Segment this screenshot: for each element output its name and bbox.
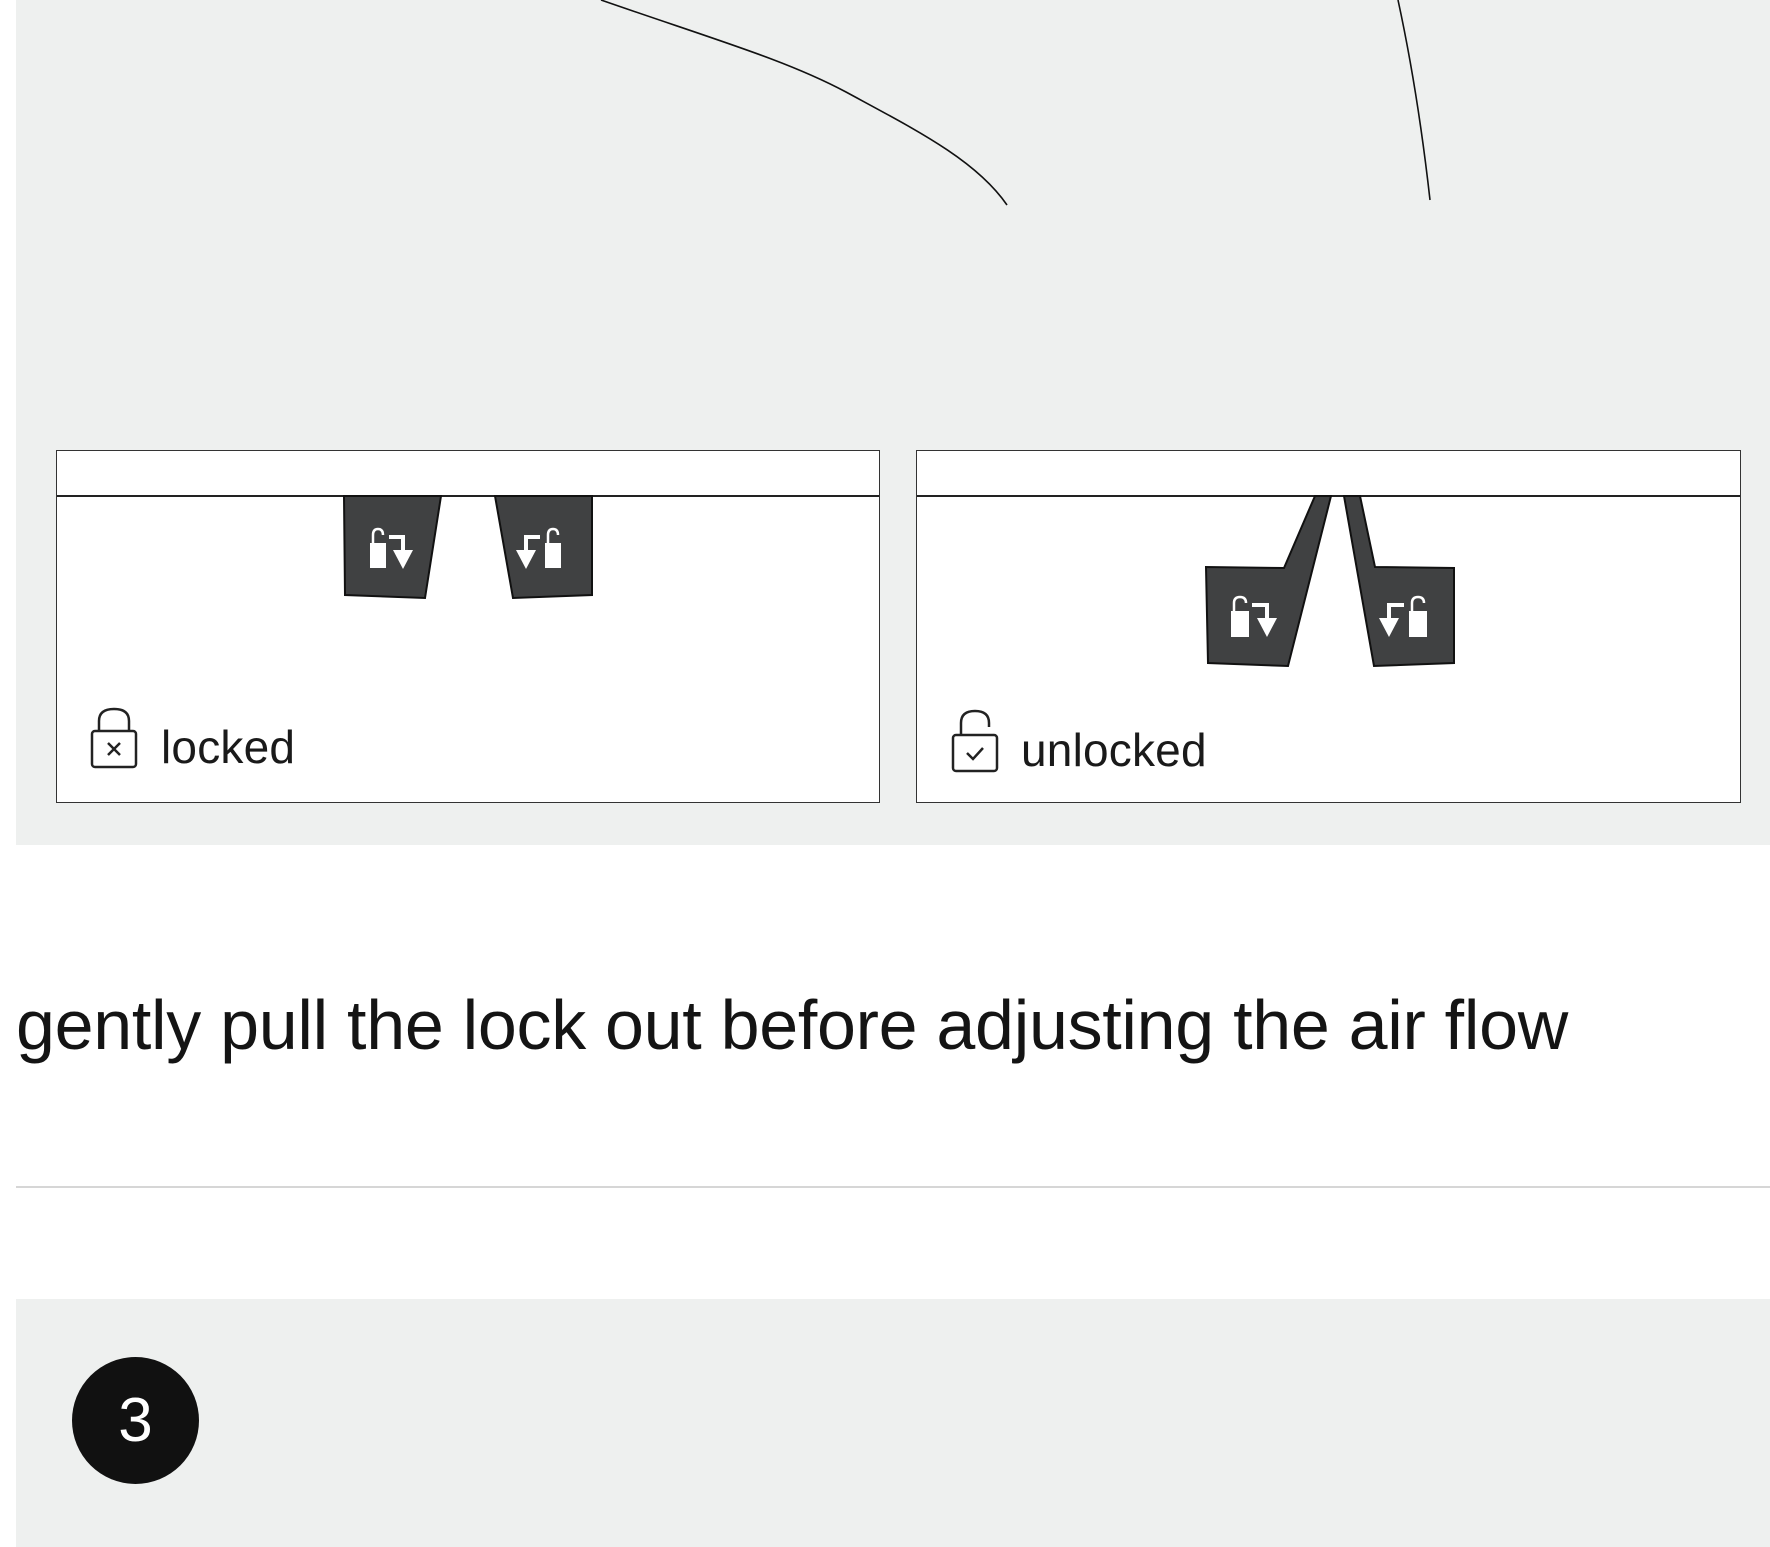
unlocked-state-card: unlocked xyxy=(916,450,1741,803)
right-lock-tab xyxy=(1342,495,1455,668)
lock-open-check-icon xyxy=(951,709,999,773)
next-step-panel xyxy=(16,1299,1770,1547)
lock-closed-x-icon xyxy=(90,707,138,769)
instruction-text: gently pull the lock out before adjustin… xyxy=(16,986,1568,1064)
left-lock-tab xyxy=(1204,495,1333,668)
locked-label: locked xyxy=(161,721,296,773)
unlocked-label: unlocked xyxy=(1021,724,1207,776)
callout-line-right xyxy=(1397,0,1431,201)
callout-line-left xyxy=(600,0,1008,206)
left-lock-tab xyxy=(342,495,443,600)
locked-state-card: locked xyxy=(56,450,880,803)
step-number-badge: 3 xyxy=(72,1357,199,1484)
right-lock-tab xyxy=(493,495,593,600)
section-divider xyxy=(16,1186,1770,1188)
